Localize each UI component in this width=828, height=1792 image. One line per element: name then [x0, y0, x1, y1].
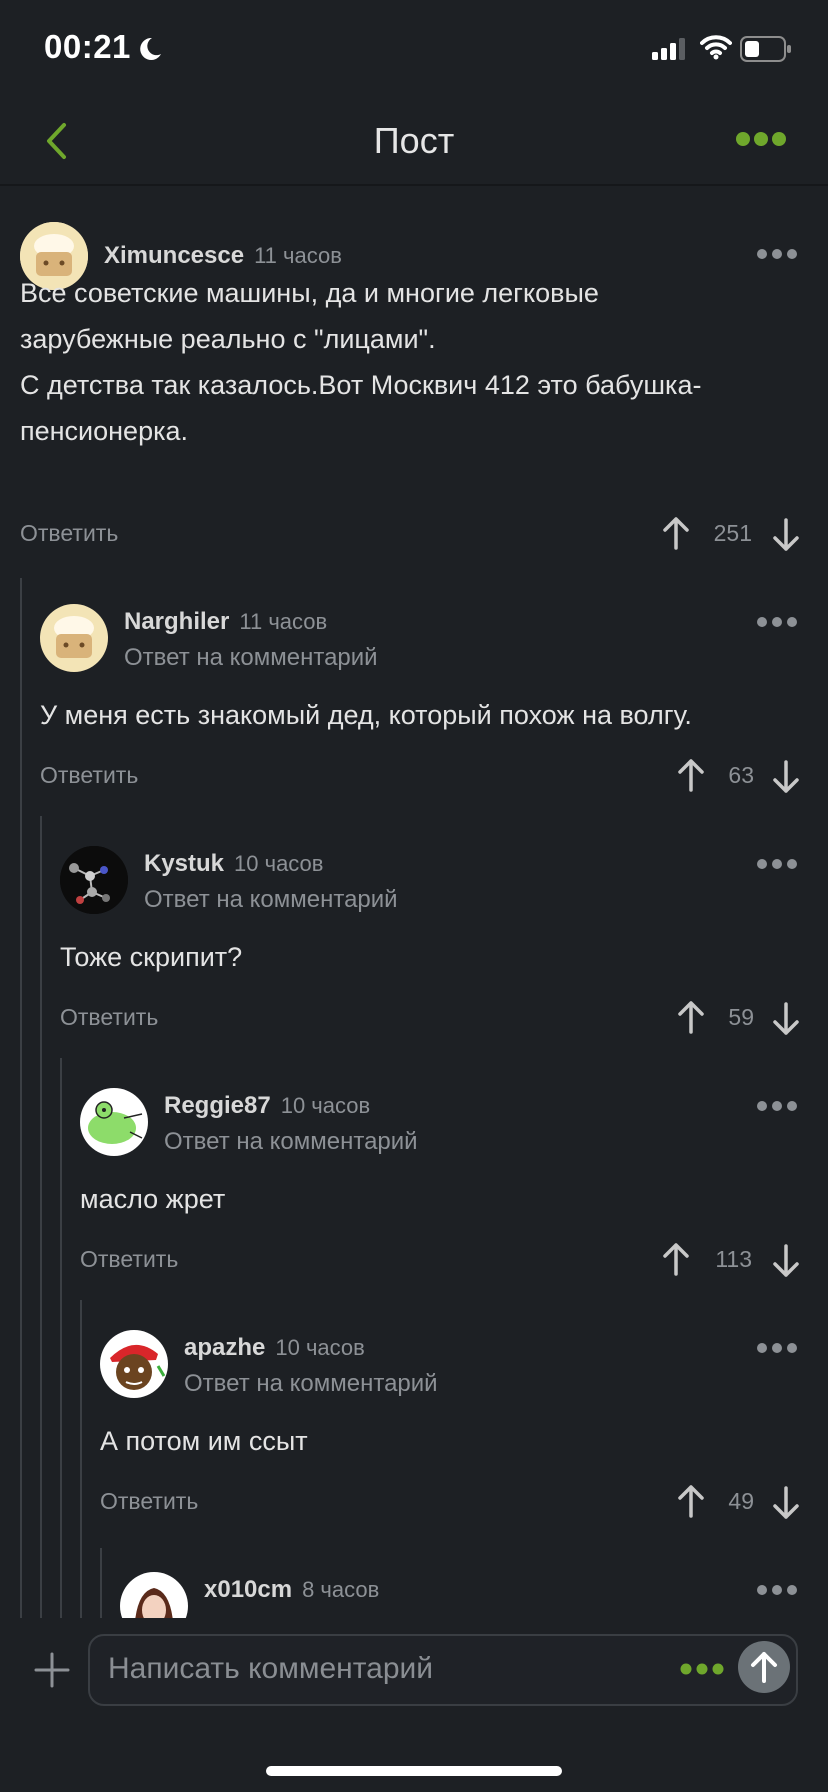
- downvote-icon[interactable]: [772, 1002, 800, 1036]
- reply-button[interactable]: Ответить: [60, 1004, 158, 1031]
- send-icon: [751, 1652, 777, 1683]
- comment-time: 11 часов: [254, 243, 342, 268]
- upvote-icon[interactable]: [662, 1242, 690, 1276]
- avatar[interactable]: [80, 1088, 148, 1156]
- send-button[interactable]: [738, 1641, 790, 1693]
- vote-count: 63: [728, 762, 754, 788]
- reply-to-label: Ответ на комментарий: [144, 886, 398, 913]
- vote-count: 251: [713, 520, 752, 546]
- avatar[interactable]: [40, 604, 108, 672]
- comment-time: 11 часов: [239, 609, 328, 634]
- more-dots-icon[interactable]: [756, 1584, 798, 1596]
- moon-icon: [140, 37, 161, 60]
- downvote-icon[interactable]: [772, 518, 800, 552]
- comment-author[interactable]: Kystuk 10 часов: [144, 850, 323, 878]
- reply-to-label: Ответ на комментарий: [184, 1370, 438, 1397]
- plus-icon[interactable]: [34, 1652, 70, 1688]
- status-time: 00:21: [44, 28, 131, 65]
- comment-input-placeholder: Написать комментарий: [108, 1652, 434, 1685]
- more-dots-icon[interactable]: [756, 1342, 798, 1354]
- comment-author[interactable]: x010cm 8 часов: [204, 1576, 379, 1604]
- comments-list: Ximuncesce 11 часов Все советские машины,…: [0, 186, 828, 1618]
- comment-time: 8 часов: [302, 1577, 380, 1602]
- comment-text: Тоже скрипит?: [60, 942, 243, 972]
- comment-author[interactable]: apazhe 10 часов: [184, 1334, 365, 1362]
- comment-text: масло жрет: [80, 1184, 226, 1214]
- downvote-icon[interactable]: [772, 1486, 800, 1520]
- more-dots-icon[interactable]: [735, 131, 787, 147]
- reply-to-label: Ответ на комментарий: [164, 1128, 418, 1155]
- comment-time: 10 часов: [280, 1093, 371, 1118]
- vote-count: 49: [728, 1488, 754, 1514]
- more-dots-icon[interactable]: [756, 858, 798, 870]
- more-dots-icon[interactable]: [680, 1663, 724, 1675]
- signal-icon: [652, 38, 685, 60]
- avatar[interactable]: [60, 846, 128, 914]
- reply-button[interactable]: Ответить: [40, 762, 138, 789]
- upvote-icon[interactable]: [662, 516, 690, 550]
- reply-button[interactable]: Ответить: [100, 1488, 198, 1515]
- comment-author[interactable]: Ximuncesce 11 часов: [104, 242, 342, 270]
- comment-time: 10 часов: [275, 1335, 365, 1360]
- reply-button[interactable]: Ответить: [20, 520, 118, 547]
- comment-author[interactable]: Reggie87 10 часов: [164, 1092, 370, 1120]
- more-dots-icon[interactable]: [756, 616, 798, 628]
- vote-count: 59: [728, 1004, 754, 1030]
- reply-to-label: Ответ на комментарий: [124, 644, 378, 671]
- downvote-icon[interactable]: [772, 760, 800, 794]
- vote-count: 113: [715, 1246, 752, 1272]
- thread-line: [80, 1300, 82, 1618]
- more-dots-icon[interactable]: [756, 248, 798, 260]
- downvote-icon[interactable]: [772, 1244, 800, 1278]
- battery-icon: [740, 36, 791, 62]
- comment-author[interactable]: Narghiler 11 часов: [124, 608, 327, 636]
- thread-line: [100, 1548, 102, 1618]
- home-indicator: [266, 1766, 562, 1776]
- comment-time: 10 часов: [234, 851, 324, 876]
- more-dots-icon[interactable]: [756, 1100, 798, 1112]
- comment-text: А потом им ссыт: [100, 1426, 308, 1456]
- avatar[interactable]: [120, 1572, 188, 1618]
- page-title: Пост: [373, 120, 455, 161]
- comment-text: Все советские машины, да и многие легков…: [20, 278, 702, 446]
- thread-line: [20, 578, 22, 1618]
- thread-line: [40, 816, 42, 1618]
- thread-line: [60, 1058, 62, 1618]
- reply-button[interactable]: Ответить: [80, 1246, 178, 1273]
- comment-text: У меня есть знакомый дед, который похож …: [40, 700, 692, 730]
- wifi-icon: [700, 35, 732, 60]
- avatar[interactable]: [100, 1330, 168, 1398]
